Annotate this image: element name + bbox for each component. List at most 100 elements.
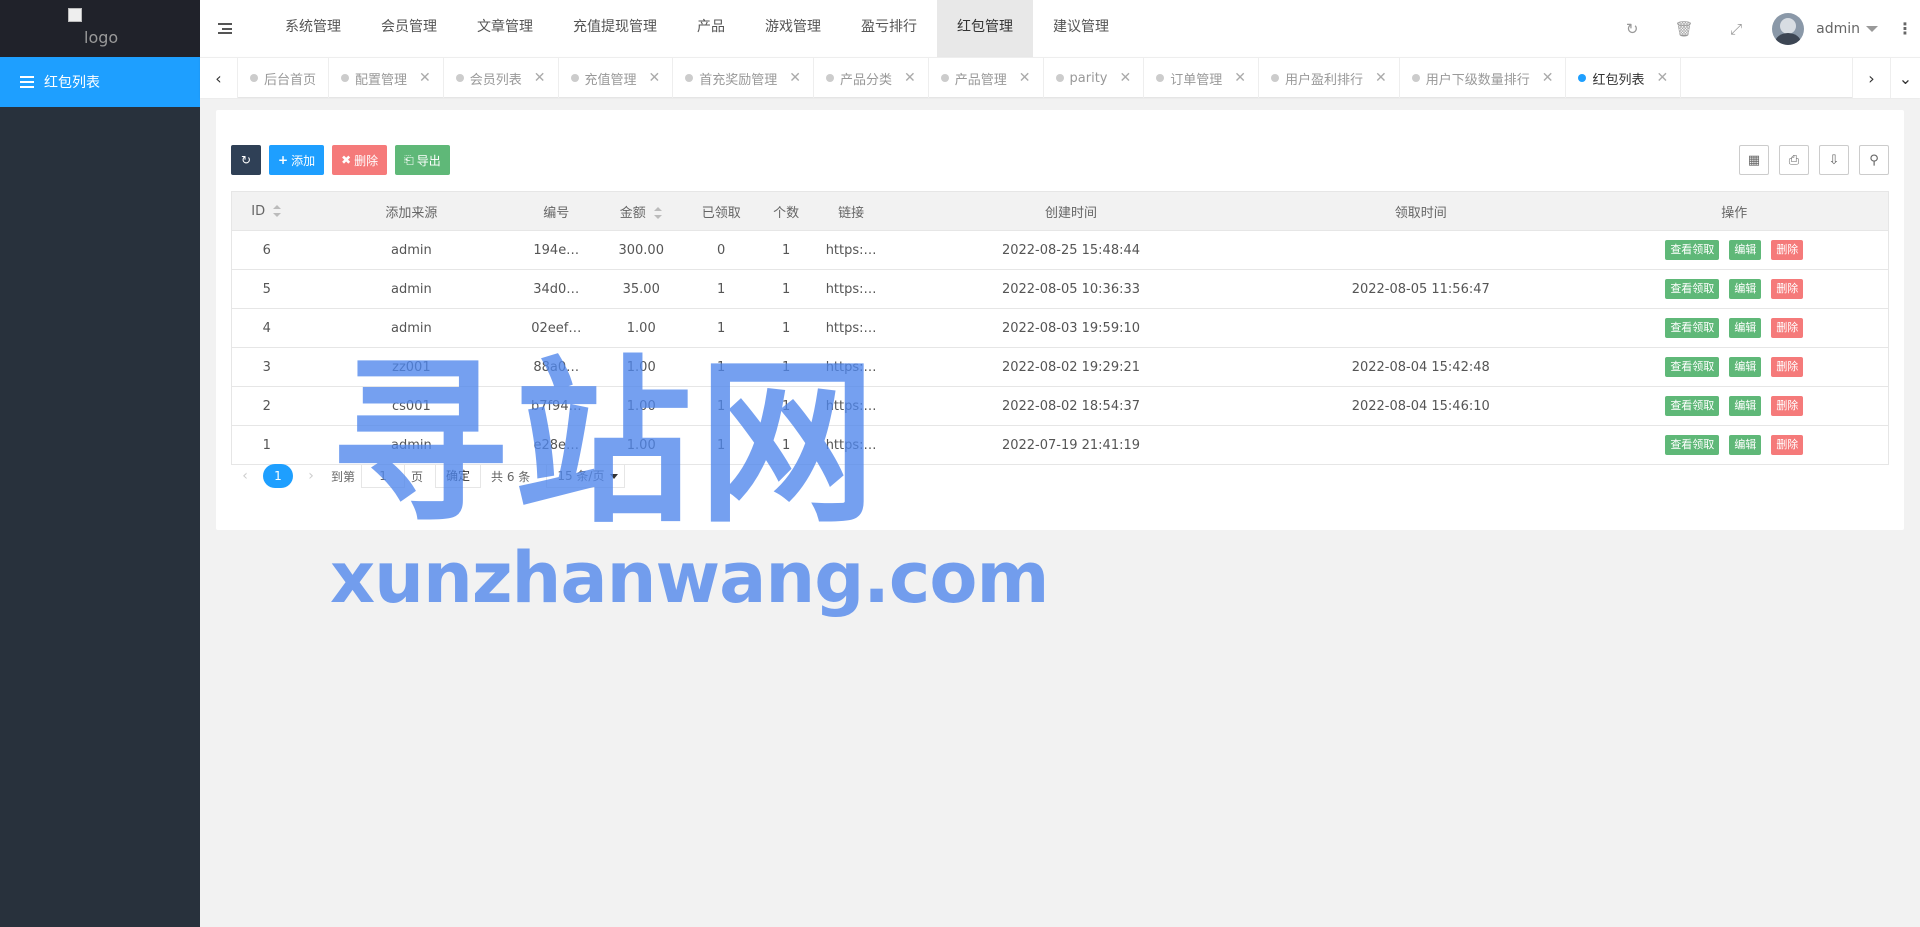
row-delete-button[interactable]: 删除	[1771, 318, 1804, 338]
table-row: 6 admin 194e… 300.00 0 1 https:… 2022-08…	[231, 230, 1889, 270]
cell-id: 6	[231, 230, 302, 270]
view-claims-button[interactable]: 查看领取	[1665, 357, 1720, 377]
logo-area[interactable]: logo	[0, 0, 200, 57]
add-button[interactable]: + 添加	[269, 145, 325, 175]
edit-button[interactable]: 编辑	[1729, 435, 1762, 455]
tabs-bar: ‹ 后台首页 配置管理 ✕ 会员列表 ✕ 充值管理 ✕ 首充奖励管理 ✕ 产品分类 ✕ 产…	[200, 57, 1920, 98]
edit-button[interactable]: 编辑	[1729, 357, 1762, 377]
tab-config[interactable]: 配置管理 ✕	[329, 58, 444, 98]
tab-members[interactable]: 会员列表 ✕	[444, 58, 559, 98]
fullscreen-icon[interactable]: ⤢	[1710, 0, 1762, 57]
tab-dot-icon	[1578, 74, 1587, 82]
tab-recharge[interactable]: 充值管理 ✕	[559, 58, 674, 98]
goto-suffix: 页	[411, 469, 424, 484]
tab-scroll-right-button[interactable]: ›	[1852, 58, 1890, 98]
tab-dot-icon	[1156, 74, 1165, 82]
tab-first-recharge[interactable]: 首充奖励管理 ✕	[673, 58, 815, 98]
tab-parity[interactable]: parity ✕	[1044, 58, 1145, 98]
edit-button[interactable]: 编辑	[1729, 279, 1762, 299]
close-icon[interactable]: ✕	[534, 70, 546, 86]
export-button[interactable]: ⎗ 导出	[395, 145, 450, 175]
cell-received: 1	[691, 347, 752, 387]
tab-dot-icon	[1055, 74, 1064, 82]
tab-orders[interactable]: 订单管理 ✕	[1144, 58, 1259, 98]
redpacket-table: ID 添加来源 编号 金额 已领取 个数 链接 创建时间 领取时间 操作 6 a…	[231, 191, 1889, 465]
search-icon[interactable]: ⚲	[1859, 145, 1889, 175]
close-icon[interactable]: ✕	[1542, 70, 1554, 86]
view-claims-button[interactable]: 查看领取	[1665, 318, 1720, 338]
export-file-icon[interactable]: ⇩	[1819, 145, 1849, 175]
delete-button[interactable]: ✖ 删除	[332, 145, 388, 175]
cell-created: 2022-08-25 15:48:44	[881, 230, 1261, 270]
page-current[interactable]: 1	[263, 464, 293, 488]
edit-button[interactable]: 编辑	[1729, 240, 1762, 260]
menu-item-ranking[interactable]: 盈亏排行	[841, 0, 937, 57]
row-delete-button[interactable]: 删除	[1771, 435, 1804, 455]
cell-claimed: 2022-08-05 11:56:47	[1260, 269, 1581, 309]
view-claims-button[interactable]: 查看领取	[1665, 396, 1720, 416]
view-claims-button[interactable]: 查看领取	[1665, 435, 1720, 455]
menu-item-suggestions[interactable]: 建议管理	[1033, 0, 1129, 57]
col-id[interactable]: ID	[231, 191, 302, 231]
page-size-select[interactable]: 15 条/页	[546, 464, 626, 488]
tab-subordinate-ranking[interactable]: 用户下级数量排行 ✕	[1400, 58, 1567, 98]
refresh-button[interactable]: ↻	[231, 145, 261, 175]
tab-home[interactable]: 后台首页	[238, 58, 330, 98]
print-icon[interactable]: ⎙	[1779, 145, 1809, 175]
close-icon[interactable]: ✕	[649, 70, 661, 86]
close-icon[interactable]: ✕	[1656, 70, 1668, 86]
menu-item-articles[interactable]: 文章管理	[457, 0, 553, 57]
tab-list: 后台首页 配置管理 ✕ 会员列表 ✕ 充值管理 ✕ 首充奖励管理 ✕ 产品分类 ✕ 产品管…	[238, 58, 1820, 98]
edit-button[interactable]: 编辑	[1729, 396, 1762, 416]
row-delete-button[interactable]: 删除	[1771, 357, 1804, 377]
goto-page-input[interactable]: 1	[361, 464, 406, 488]
cell-created: 2022-08-03 19:59:10	[881, 308, 1261, 348]
col-received: 已领取	[691, 191, 752, 231]
tab-product-category[interactable]: 产品分类 ✕	[814, 58, 929, 98]
prev-page-icon[interactable]: ‹	[231, 468, 259, 484]
menu-item-recharge[interactable]: 充值提现管理	[553, 0, 677, 57]
next-page-icon[interactable]: ›	[297, 468, 325, 484]
cell-created: 2022-08-05 10:36:33	[881, 269, 1261, 309]
close-icon[interactable]: ✕	[904, 70, 916, 86]
row-delete-button[interactable]: 删除	[1771, 396, 1804, 416]
menu-item-members[interactable]: 会员管理	[361, 0, 457, 57]
sidebar-toggle-button[interactable]	[200, 0, 250, 57]
more-vertical-icon[interactable]: ⋮	[1890, 0, 1920, 57]
close-icon[interactable]: ✕	[1119, 70, 1131, 86]
tab-redpacket-list[interactable]: 红包列表 ✕	[1566, 58, 1682, 98]
cell-actions: 查看领取 编辑 删除	[1580, 230, 1889, 270]
user-menu[interactable]: admin	[1762, 12, 1890, 45]
row-delete-button[interactable]: 删除	[1771, 240, 1804, 260]
cell-id: 1	[231, 425, 302, 465]
sort-icon[interactable]	[273, 205, 282, 217]
table-tools: ▦ ⎙ ⇩ ⚲	[1739, 145, 1889, 175]
edit-button[interactable]: 编辑	[1729, 318, 1762, 338]
sidebar-item-redpacket-list[interactable]: 红包列表	[0, 57, 200, 107]
tab-profit-ranking[interactable]: 用户盈利排行 ✕	[1259, 58, 1400, 98]
tab-label: parity	[1069, 70, 1108, 86]
goto-confirm-button[interactable]: 确定	[435, 464, 482, 488]
tab-scroll-left-button[interactable]: ‹	[200, 58, 238, 98]
view-claims-button[interactable]: 查看领取	[1665, 240, 1720, 260]
menu-item-redpacket[interactable]: 红包管理	[937, 0, 1033, 57]
close-icon[interactable]: ✕	[419, 70, 431, 86]
tab-dot-icon	[250, 74, 258, 82]
close-icon[interactable]: ✕	[1019, 70, 1031, 86]
menu-item-system[interactable]: 系统管理	[265, 0, 361, 57]
tab-options-button[interactable]: ⌄	[1890, 58, 1920, 98]
menu-item-products[interactable]: 产品	[677, 0, 745, 57]
close-icon[interactable]: ✕	[789, 70, 801, 86]
sort-icon[interactable]	[653, 207, 663, 219]
close-icon[interactable]: ✕	[1375, 70, 1387, 86]
tab-product-manage[interactable]: 产品管理 ✕	[929, 58, 1044, 98]
cell-received: 1	[691, 308, 752, 348]
trash-icon[interactable]: 🗑	[1658, 0, 1710, 57]
menu-item-games[interactable]: 游戏管理	[745, 0, 841, 57]
close-icon[interactable]: ✕	[1234, 70, 1246, 86]
columns-icon[interactable]: ▦	[1739, 145, 1769, 175]
col-amount[interactable]: 金额	[591, 191, 692, 231]
view-claims-button[interactable]: 查看领取	[1665, 279, 1720, 299]
refresh-icon[interactable]: ↻	[1606, 0, 1658, 57]
row-delete-button[interactable]: 删除	[1771, 279, 1804, 299]
